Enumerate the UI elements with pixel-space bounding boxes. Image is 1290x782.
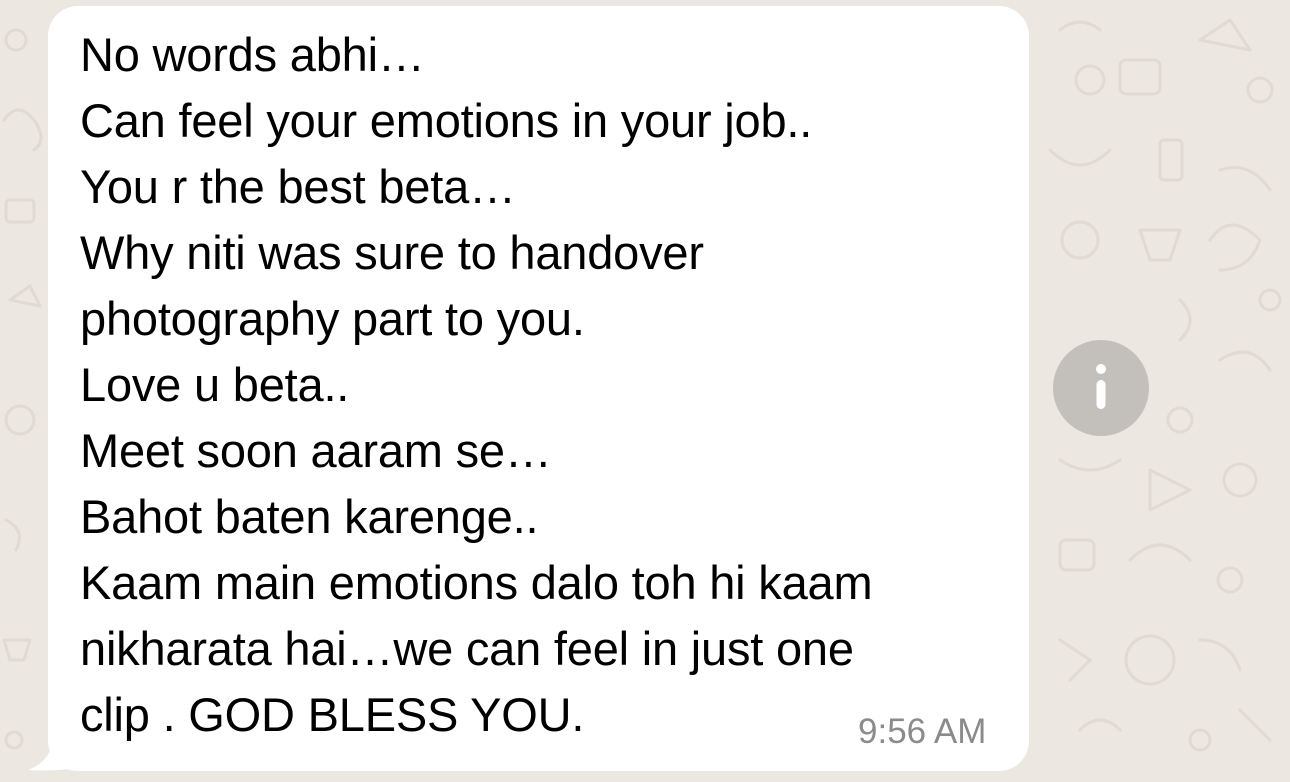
message-line: Meet soon aaram se… <box>80 424 552 477</box>
message-line: You r the best beta… <box>80 160 516 213</box>
message-line: nikharata hai…we can feel in just one <box>80 622 854 675</box>
message-line: Kaam main emotions dalo toh hi kaam <box>80 556 873 609</box>
info-button[interactable] <box>1053 340 1149 436</box>
message-line: clip . GOD BLESS YOU. <box>80 688 585 741</box>
message-text: No words abhi… Can feel your emotions in… <box>80 22 980 748</box>
message-timestamp: 9:56 AM <box>858 712 987 751</box>
message-line: Why niti was sure to handover <box>80 226 704 279</box>
message-line: photography part to you. <box>80 292 585 345</box>
message-line: Love u beta.. <box>80 358 350 411</box>
message-line: Can feel your emotions in your job.. <box>80 94 813 147</box>
info-icon <box>1096 364 1106 409</box>
message-line: No words abhi… <box>80 28 425 81</box>
message-line: Bahot baten karenge.. <box>80 490 539 543</box>
